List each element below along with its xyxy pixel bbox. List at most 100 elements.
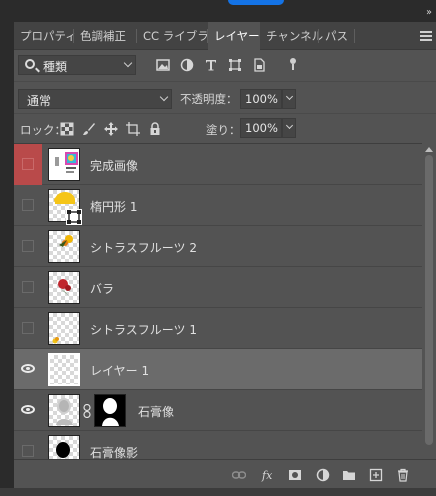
svg-text:fx: fx xyxy=(261,469,273,482)
scroll-up-arrow-icon[interactable] xyxy=(425,147,433,152)
tab-label: プロパティ xyxy=(20,29,77,43)
layer-row[interactable]: 完成画像 xyxy=(14,144,422,185)
scrollbar-thumb[interactable] xyxy=(425,155,433,445)
layer-thumbnail xyxy=(48,394,80,427)
search-icon xyxy=(25,59,35,69)
lock-image-pixels-icon[interactable] xyxy=(82,122,96,136)
chevron-down-icon xyxy=(285,121,294,130)
type-filter-icon[interactable] xyxy=(204,58,218,72)
lock-transparent-pixels-icon[interactable] xyxy=(60,122,74,136)
layers-list: 完成画像 楕円形 1 シトラスフルーツ 2 バラ シトラスフルーツ 1 レイヤー… xyxy=(14,143,436,459)
layer-name[interactable]: シトラスフルーツ 1 xyxy=(90,321,197,338)
visibility-toggle[interactable] xyxy=(14,431,42,459)
layer-style-fx-icon[interactable]: fx xyxy=(261,468,275,482)
blend-row: 通常 不透明度： 100% xyxy=(14,81,436,109)
link-layers-icon[interactable] xyxy=(232,468,246,482)
tab-label: パス xyxy=(325,29,348,43)
fill-slider-button[interactable] xyxy=(282,118,296,138)
eye-icon xyxy=(21,364,35,373)
new-layer-icon[interactable] xyxy=(369,468,383,482)
blue-button-edge[interactable] xyxy=(228,0,284,5)
lock-position-icon[interactable] xyxy=(104,122,118,136)
collapse-panels-icon[interactable]: ›› xyxy=(426,7,432,18)
eye-icon xyxy=(21,405,35,414)
shape-layer-badge-icon xyxy=(66,209,82,225)
adjustment-layer-icon[interactable] xyxy=(316,468,330,482)
visibility-toggle[interactable] xyxy=(14,308,42,349)
layer-thumbnail xyxy=(48,353,80,386)
opacity-input[interactable]: 100% xyxy=(240,89,282,109)
adjustment-filter-icon[interactable] xyxy=(180,58,194,72)
layer-name[interactable]: バラ xyxy=(90,280,114,297)
layers-panel: プロパティ 色調補正 CC ライブラリ レイヤー チャンネル パス 種類 通常 … xyxy=(14,22,436,496)
tab-label: 色調補正 xyxy=(80,29,126,43)
layer-row[interactable]: シトラスフルーツ 1 xyxy=(14,308,422,349)
filter-row: 種類 xyxy=(14,50,436,78)
opacity-label: 不透明度： xyxy=(180,92,238,106)
layer-thumbnail xyxy=(48,230,80,263)
delete-layer-icon[interactable] xyxy=(396,468,410,482)
layer-name[interactable]: 石膏像 xyxy=(138,403,174,420)
layer-name[interactable]: 楕円形 1 xyxy=(90,198,137,215)
lock-all-icon[interactable] xyxy=(148,122,162,136)
layer-mask-thumbnail[interactable] xyxy=(94,394,126,427)
layer-thumbnail xyxy=(48,435,80,459)
fill-label: 塗り： xyxy=(206,123,241,137)
filter-kind-select[interactable]: 種類 xyxy=(18,55,136,75)
smart-object-filter-icon[interactable] xyxy=(252,58,266,72)
layer-name[interactable]: 完成画像 xyxy=(90,157,138,174)
visibility-toggle[interactable] xyxy=(14,349,42,390)
visibility-off-icon xyxy=(22,281,34,293)
layer-name[interactable]: 石膏像影 xyxy=(90,444,138,459)
tab-paths[interactable]: パス xyxy=(319,22,355,50)
layer-thumbnail xyxy=(48,271,80,304)
lock-row: ロック： 塗り： 100% xyxy=(14,113,436,141)
layer-thumbnail xyxy=(48,312,80,345)
layers-footer-toolbar: fx xyxy=(14,459,436,489)
layer-name[interactable]: シトラスフルーツ 2 xyxy=(90,239,197,256)
layer-row[interactable]: 石膏像 xyxy=(14,390,422,431)
tab-label: レイヤー xyxy=(214,29,260,43)
layer-thumbnail xyxy=(48,148,80,181)
layer-name[interactable]: レイヤー 1 xyxy=(90,362,149,379)
layer-row[interactable]: 楕円形 1 xyxy=(14,185,422,226)
layer-row[interactable]: シトラスフルーツ 2 xyxy=(14,226,422,267)
blend-mode-value: 通常 xyxy=(27,94,52,108)
add-mask-icon[interactable] xyxy=(288,468,302,482)
chevron-down-icon xyxy=(159,92,169,102)
visibility-toggle[interactable] xyxy=(14,185,42,226)
lock-artboard-icon[interactable] xyxy=(126,122,140,136)
visibility-toggle[interactable] xyxy=(14,267,42,308)
visibility-toggle[interactable] xyxy=(14,226,42,267)
bottom-panel-strip xyxy=(0,488,436,496)
filter-kind-value: 種類 xyxy=(43,60,68,74)
tab-cc-libraries[interactable]: CC ライブラリ xyxy=(137,22,220,50)
shape-filter-icon[interactable] xyxy=(228,58,242,72)
tab-channels[interactable]: チャンネル xyxy=(260,22,323,50)
visibility-off-icon xyxy=(22,322,34,334)
panel-menu-icon[interactable] xyxy=(420,31,432,43)
layers-scrollbar[interactable] xyxy=(422,143,436,459)
fill-input[interactable]: 100% xyxy=(240,118,282,138)
image-filter-icon[interactable] xyxy=(156,58,170,72)
panel-tab-bar: プロパティ 色調補正 CC ライブラリ レイヤー チャンネル パス xyxy=(14,22,436,50)
visibility-toggle[interactable] xyxy=(14,144,42,185)
layer-row[interactable]: バラ xyxy=(14,267,422,308)
opacity-slider-button[interactable] xyxy=(282,89,296,109)
chevron-down-icon xyxy=(123,58,133,68)
mask-link-icon[interactable] xyxy=(83,404,91,418)
visibility-toggle[interactable] xyxy=(14,390,42,431)
tab-adjustments[interactable]: 色調補正 xyxy=(74,22,137,50)
layer-row[interactable]: 石膏像影 xyxy=(14,431,422,459)
layer-row-selected[interactable]: レイヤー 1 xyxy=(14,349,422,390)
blend-mode-select[interactable]: 通常 xyxy=(18,89,172,109)
visibility-off-icon xyxy=(22,199,34,211)
chevron-down-icon xyxy=(285,92,294,101)
new-group-icon[interactable] xyxy=(342,468,356,482)
tab-properties[interactable]: プロパティ xyxy=(14,22,77,50)
visibility-off-icon xyxy=(22,158,34,170)
tab-layers[interactable]: レイヤー xyxy=(208,22,260,50)
tab-label: チャンネル xyxy=(266,29,324,43)
visibility-off-icon xyxy=(22,240,34,252)
visibility-off-icon xyxy=(22,445,34,457)
